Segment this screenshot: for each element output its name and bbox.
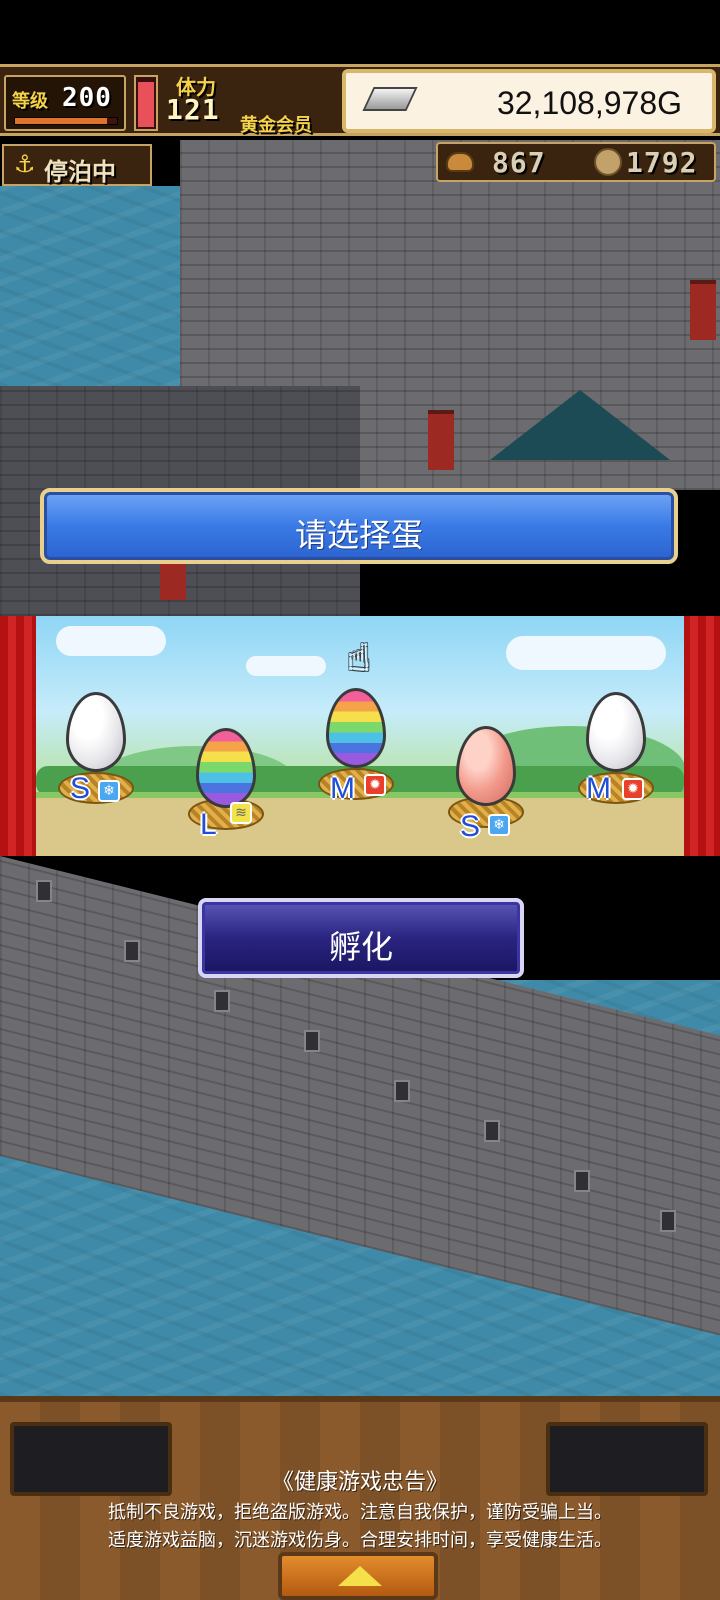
cloud (246, 656, 326, 676)
pink-egg (456, 726, 516, 806)
exp-bar (14, 117, 118, 125)
wall-window (484, 1120, 500, 1142)
medal-value: 1792 (626, 146, 698, 179)
egg-stage: ☝ S ❄ L ≋ M ✹ S ❄ M ✹ (36, 616, 684, 856)
anchor-status[interactable]: ⚓ 停泊中 (2, 144, 152, 186)
health-notice-line: 适度游戏益脑，沉迷游戏伤身。合理安排时间，享受健康生活。 (108, 1530, 612, 1551)
white-egg (66, 692, 126, 772)
bottom-panel: 《健康游戏忠告》 抵制不良游戏，拒绝盗版游戏。注意自我保护，谨防受骗上当。 适度… (0, 1396, 720, 1600)
wind-element-icon: ≋ (230, 802, 252, 824)
system-status-bar (0, 0, 720, 64)
health-notice-line: 抵制不良游戏，拒绝盗版游戏。注意自我保护，谨防受骗上当。 (108, 1502, 612, 1523)
bread-icon (446, 152, 474, 172)
arrow-up-icon (338, 1566, 382, 1586)
egg-size-label: L (200, 808, 217, 841)
cloud (56, 626, 166, 656)
red-banner (160, 560, 186, 600)
gold-value: 32,108,978G (496, 85, 682, 121)
hatch-button[interactable]: 孵化 (198, 898, 524, 978)
medal-icon (594, 148, 622, 176)
wall-window (660, 1210, 676, 1232)
egg-option[interactable]: S ❄ (446, 726, 526, 856)
fire-element-icon: ✹ (622, 778, 644, 800)
stamina-value: 121 (166, 93, 220, 126)
wall-window (36, 880, 52, 902)
egg-option[interactable]: S ❄ (56, 692, 136, 852)
ice-element-icon: ❄ (488, 814, 510, 836)
stamina-bar (134, 75, 158, 131)
anchor-icon: ⚓ (14, 150, 36, 178)
ice-element-icon: ❄ (98, 780, 120, 802)
egg-size-label: M (586, 772, 611, 805)
anchor-status-label: 停泊中 (44, 158, 116, 186)
pointer-hand-icon: ☝ (348, 638, 370, 679)
bread-value: 867 (492, 146, 546, 179)
level-label: 等级 (12, 91, 48, 112)
wall-window (394, 1080, 410, 1102)
white-egg (586, 692, 646, 772)
egg-option-selected[interactable]: M ✹ (316, 688, 396, 848)
wall-window (124, 940, 140, 962)
tent-roof (490, 390, 670, 460)
select-egg-title: 请选择蛋 (294, 516, 423, 554)
wall-window (574, 1170, 590, 1192)
wall-window (214, 990, 230, 1012)
curtain-left (0, 616, 40, 856)
gold-display[interactable]: 32,108,978G (342, 69, 716, 133)
rainbow-egg (326, 688, 386, 768)
select-egg-banner: 请选择蛋 (40, 488, 678, 564)
wall-window (304, 1030, 320, 1052)
rainbow-egg (196, 728, 256, 808)
fire-element-icon: ✹ (364, 774, 386, 796)
curtain-right (682, 616, 720, 856)
red-banner (428, 410, 454, 470)
expand-menu-button[interactable] (278, 1552, 438, 1600)
gold-bar-icon (362, 87, 418, 111)
cloud (506, 636, 666, 670)
exp-bar-fill (15, 118, 107, 124)
level-box: 等级 200 (4, 75, 126, 131)
red-banner (690, 280, 716, 340)
hatch-button-label: 孵化 (328, 928, 393, 966)
egg-size-label: S (70, 772, 91, 805)
egg-option[interactable]: L ≋ (186, 728, 266, 856)
top-hud: 等级 200 体力 121 黄金会员 32,108,978G (0, 64, 720, 136)
stamina-bar-fill (138, 81, 154, 127)
egg-size-label: S (460, 810, 481, 843)
resource-counter: 867 1792 (436, 142, 716, 182)
sea-top-left (0, 186, 190, 386)
egg-size-label: M (330, 772, 355, 805)
level-value: 200 (62, 83, 112, 113)
member-label: 黄金会员 (240, 115, 312, 136)
egg-option[interactable]: M ✹ (576, 692, 656, 852)
health-notice-title: 《健康游戏忠告》 (271, 1470, 448, 1495)
